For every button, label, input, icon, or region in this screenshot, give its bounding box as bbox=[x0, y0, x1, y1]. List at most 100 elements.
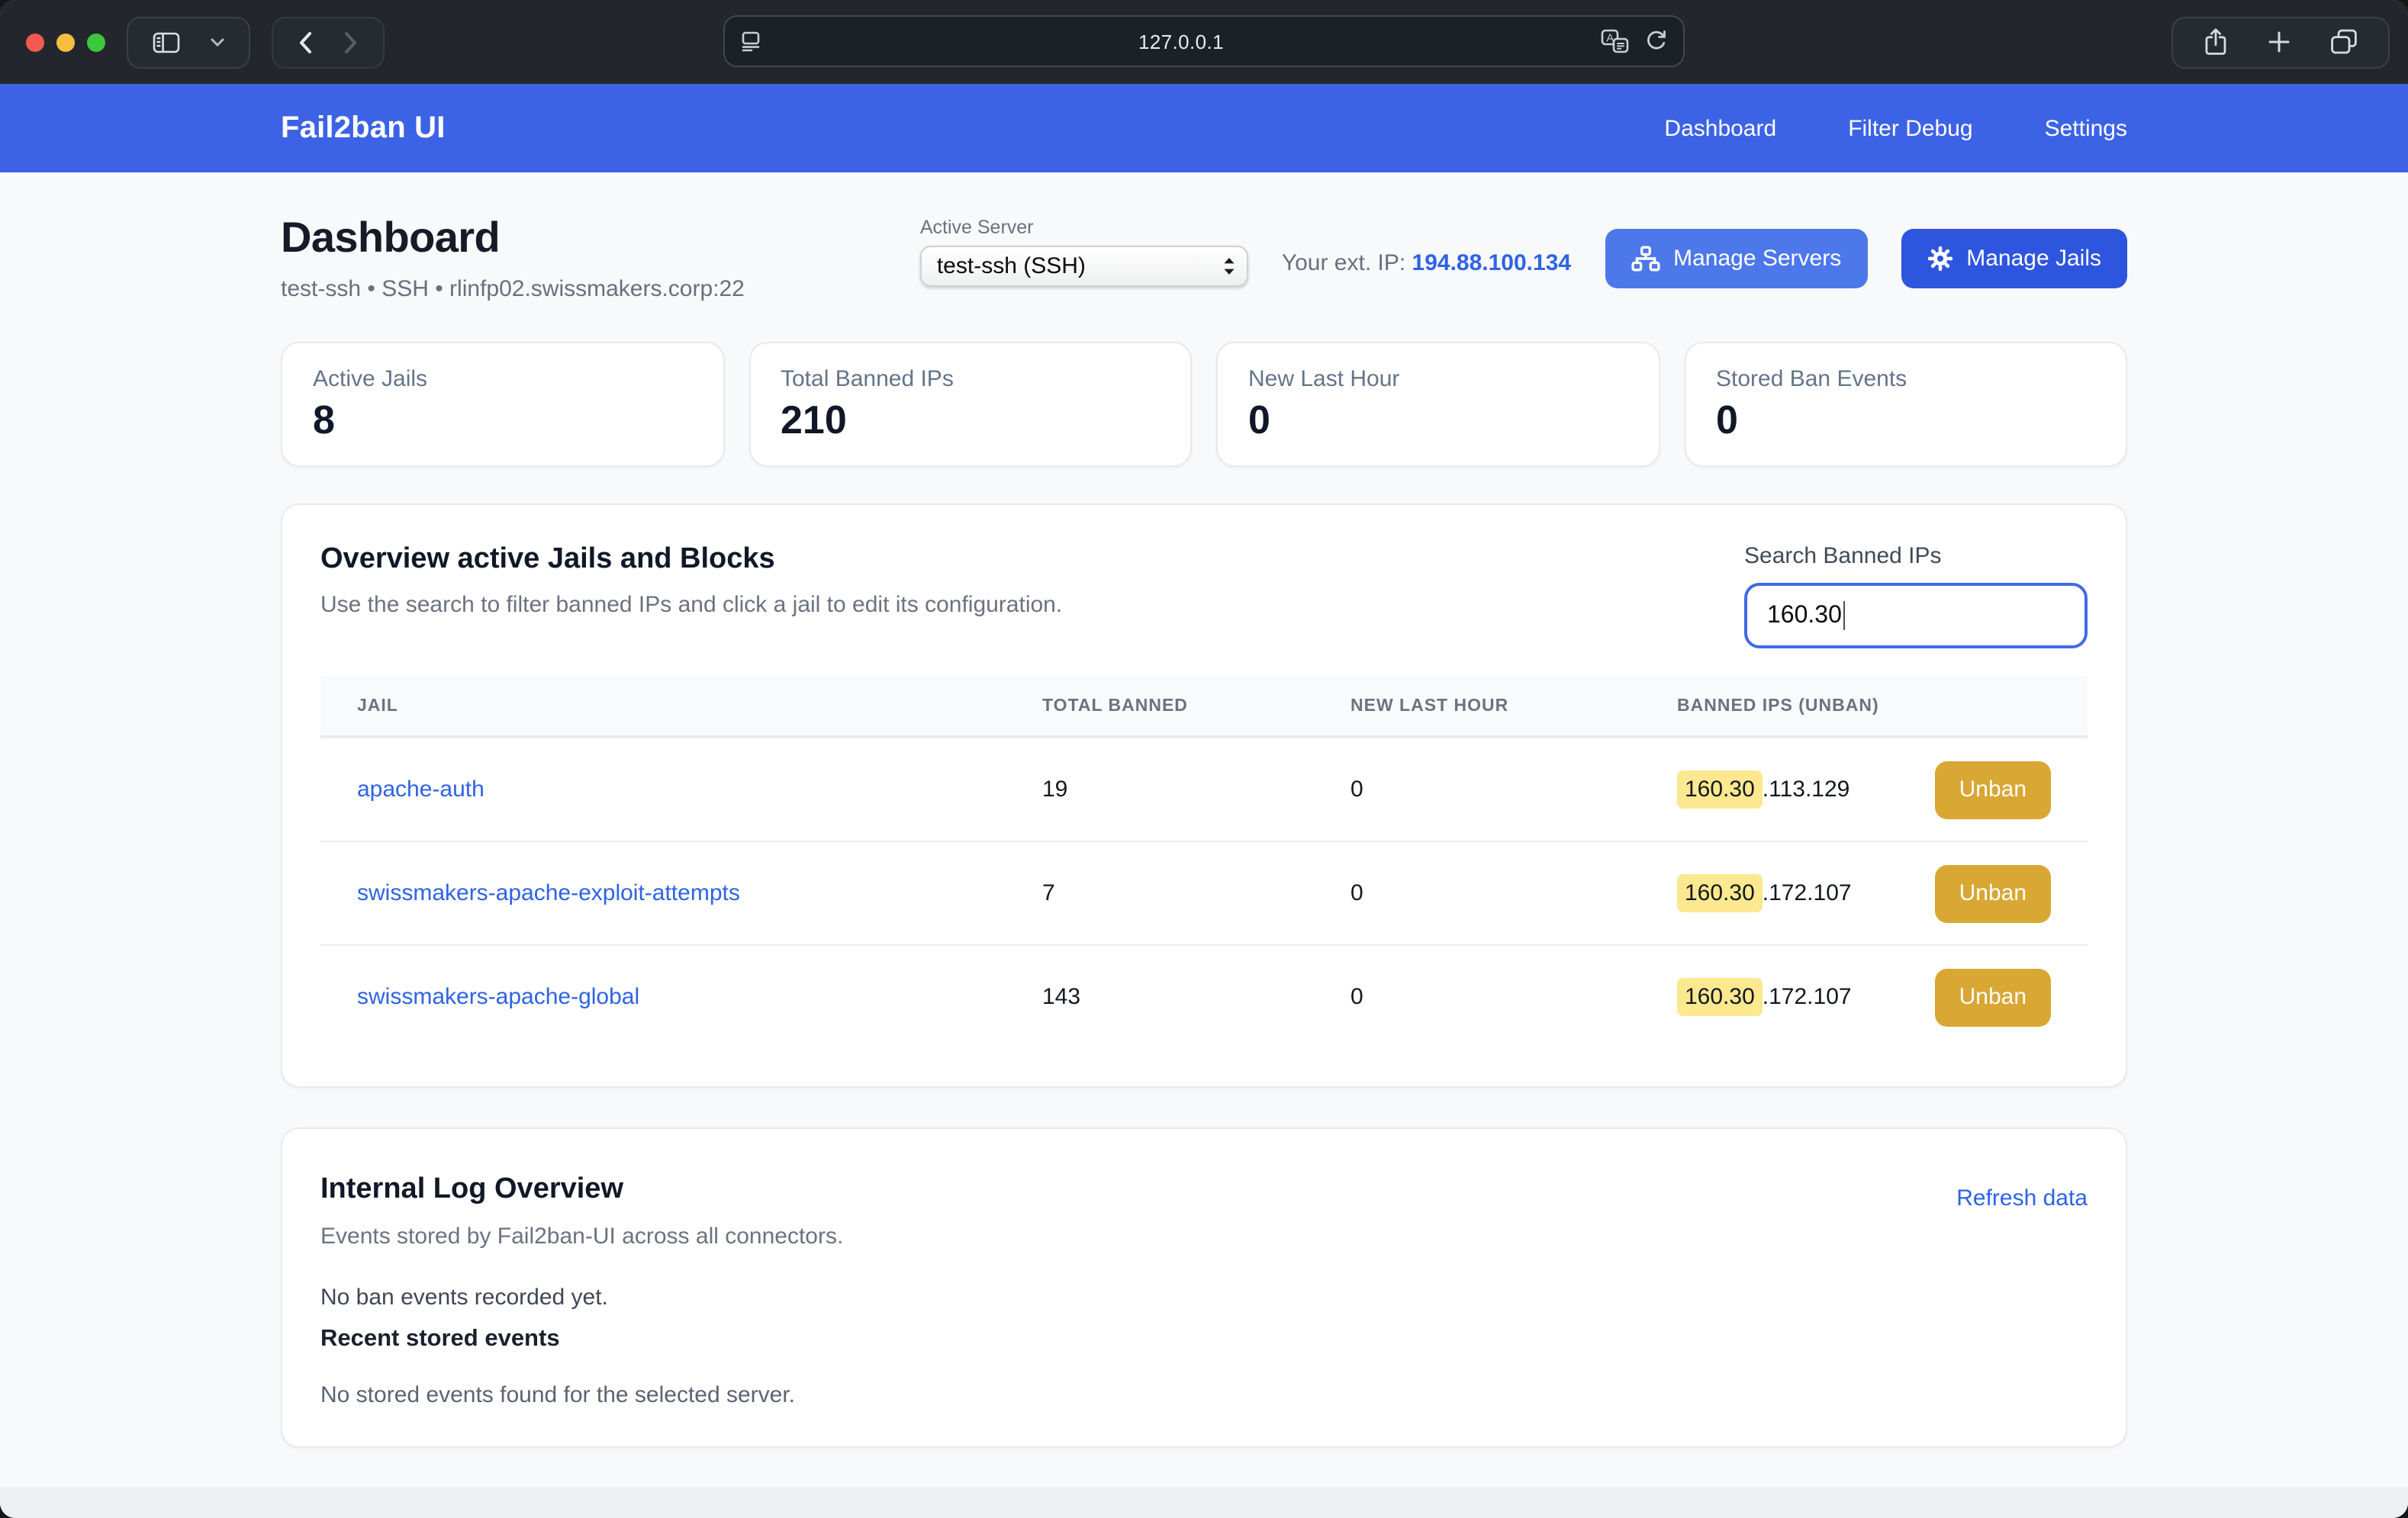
unban-button[interactable]: Unban bbox=[1935, 968, 2051, 1026]
reload-icon[interactable] bbox=[1645, 29, 1668, 53]
reader-icon[interactable] bbox=[740, 31, 761, 52]
nav-dashboard[interactable]: Dashboard bbox=[1664, 115, 1776, 141]
manage-servers-button[interactable]: Manage Servers bbox=[1605, 229, 1867, 288]
manage-jails-label: Manage Jails bbox=[1966, 246, 2101, 272]
translate-icon[interactable]: A bbox=[1601, 28, 1630, 54]
stat-label: Active Jails bbox=[313, 366, 692, 392]
safari-window: 127.0.0.1 A bbox=[0, 0, 2408, 1518]
new-tab-icon[interactable] bbox=[2258, 18, 2300, 66]
external-ip: Your ext. IP: 194.88.100.134 bbox=[1282, 250, 1571, 276]
stat-label: Stored Ban Events bbox=[1716, 366, 2095, 392]
search-banned-ips-label: Search Banned IPs bbox=[1744, 543, 2088, 569]
unban-button[interactable]: Unban bbox=[1935, 864, 2051, 922]
ip-rest: .113.129 bbox=[1763, 777, 1850, 802]
sidebar-toggle-group bbox=[127, 16, 250, 68]
total-banned-cell: 19 bbox=[1006, 777, 1314, 802]
recent-stored-events-heading: Recent stored events bbox=[320, 1326, 2088, 1353]
stat-card-active-jails: Active Jails 8 bbox=[281, 342, 724, 467]
stat-card-total-banned: Total Banned IPs 210 bbox=[748, 342, 1192, 467]
text-caret bbox=[1843, 601, 1846, 630]
banned-ip: 160.30.113.129 bbox=[1677, 770, 1849, 809]
tabs-icon[interactable] bbox=[2321, 18, 2367, 66]
nav-arrows-group bbox=[272, 16, 385, 68]
active-server-select[interactable]: test-ssh (SSH) bbox=[920, 245, 1248, 286]
browser-toolbar: 127.0.0.1 A bbox=[0, 0, 2408, 84]
banned-ip: 160.30.172.107 bbox=[1677, 874, 1852, 912]
banned-ip-cell: 160.30.172.107 Unban bbox=[1640, 968, 2088, 1026]
ip-match-highlight: 160.30 bbox=[1677, 770, 1763, 809]
active-server-value: test-ssh (SSH) bbox=[937, 252, 1222, 278]
table-row: swissmakers-apache-exploit-attempts 7 0 … bbox=[320, 841, 2088, 944]
stat-card-new-last-hour: New Last Hour 0 bbox=[1216, 342, 1660, 467]
stat-cards: Active Jails 8 Total Banned IPs 210 New … bbox=[281, 342, 2127, 467]
table-row: swissmakers-apache-global 143 0 160.30.1… bbox=[320, 944, 2088, 1048]
total-banned-cell: 7 bbox=[1006, 880, 1314, 906]
window-bottom-strip bbox=[0, 1487, 2408, 1518]
jail-link[interactable]: apache-auth bbox=[357, 777, 484, 802]
banned-ip-cell: 160.30.113.129 Unban bbox=[1640, 761, 2088, 818]
stat-value: 0 bbox=[1248, 397, 1627, 444]
new-last-hour-cell: 0 bbox=[1314, 777, 1640, 802]
new-last-hour-cell: 0 bbox=[1314, 880, 1640, 906]
sidebar-icon[interactable] bbox=[143, 18, 189, 66]
jail-link[interactable]: swissmakers-apache-exploit-attempts bbox=[357, 880, 740, 906]
col-new-last-hour: New last hour bbox=[1314, 696, 1640, 715]
table-row: apache-auth 19 0 160.30.113.129 Unban bbox=[320, 737, 2088, 841]
page-body: Dashboard test-ssh • SSH • rlinfp02.swis… bbox=[0, 172, 2408, 1518]
stat-label: New Last Hour bbox=[1248, 366, 1627, 392]
ip-match-highlight: 160.30 bbox=[1677, 874, 1763, 912]
app-brand[interactable]: Fail2ban UI bbox=[281, 111, 446, 146]
close-window-button[interactable] bbox=[26, 33, 44, 51]
overview-subtitle: Use the search to filter banned IPs and … bbox=[320, 592, 1062, 618]
gear-icon bbox=[1927, 246, 1952, 272]
refresh-data-link[interactable]: Refresh data bbox=[1956, 1185, 2088, 1211]
search-banned-ips-input[interactable]: 160.30 bbox=[1744, 583, 2088, 648]
url-text: 127.0.0.1 bbox=[761, 30, 1601, 53]
stat-value: 210 bbox=[781, 397, 1160, 444]
minimize-window-button[interactable] bbox=[56, 33, 75, 51]
forward-icon[interactable] bbox=[334, 18, 368, 66]
table-header-row: Jail Total banned New last hour Banned I… bbox=[320, 676, 2088, 737]
log-subtitle: Events stored by Fail2ban-UI across all … bbox=[320, 1224, 2088, 1249]
stat-label: Total Banned IPs bbox=[781, 366, 1160, 392]
banned-ip-cell: 160.30.172.107 Unban bbox=[1640, 864, 2088, 922]
jail-link[interactable]: swissmakers-apache-global bbox=[357, 984, 639, 1010]
window-controls bbox=[26, 33, 105, 51]
share-icon[interactable] bbox=[2194, 18, 2237, 66]
ip-rest: .172.107 bbox=[1763, 880, 1852, 906]
total-banned-cell: 143 bbox=[1006, 984, 1314, 1010]
address-bar[interactable]: 127.0.0.1 A bbox=[723, 15, 1685, 67]
unban-button[interactable]: Unban bbox=[1935, 761, 2051, 818]
active-server-label: Active Server bbox=[920, 216, 1248, 237]
new-last-hour-cell: 0 bbox=[1314, 984, 1640, 1010]
app-navbar: Fail2ban UI Dashboard Filter Debug Setti… bbox=[0, 84, 2408, 172]
ip-match-highlight: 160.30 bbox=[1677, 978, 1763, 1016]
page-header: Dashboard test-ssh • SSH • rlinfp02.swis… bbox=[281, 214, 2127, 302]
external-ip-value[interactable]: 194.88.100.134 bbox=[1412, 250, 1572, 276]
page-title: Dashboard bbox=[281, 214, 745, 262]
external-ip-label: Your ext. IP: bbox=[1282, 250, 1405, 276]
col-total-banned: Total banned bbox=[1006, 696, 1314, 715]
search-input-value: 160.30 bbox=[1767, 602, 1842, 629]
page-subtitle: test-ssh • SSH • rlinfp02.swissmakers.co… bbox=[281, 276, 745, 302]
zoom-window-button[interactable] bbox=[87, 33, 105, 51]
back-icon[interactable] bbox=[288, 18, 322, 66]
screen: 127.0.0.1 A bbox=[0, 0, 2408, 1518]
col-banned-ips: Banned IPs (unban) bbox=[1640, 696, 2088, 715]
log-title: Internal Log Overview bbox=[320, 1172, 623, 1206]
nav-settings[interactable]: Settings bbox=[2045, 115, 2127, 141]
ip-rest: .172.107 bbox=[1763, 984, 1852, 1010]
stat-value: 8 bbox=[313, 397, 692, 444]
no-stored-events-text: No stored events found for the selected … bbox=[320, 1382, 2088, 1408]
col-jail: Jail bbox=[320, 696, 1006, 715]
overview-title: Overview active Jails and Blocks bbox=[320, 543, 1062, 577]
manage-servers-label: Manage Servers bbox=[1673, 246, 1841, 272]
manage-jails-button[interactable]: Manage Jails bbox=[1901, 229, 2127, 288]
chevron-down-icon[interactable] bbox=[201, 18, 233, 66]
overview-card: Overview active Jails and Blocks Use the… bbox=[281, 503, 2127, 1088]
nav-filter-debug[interactable]: Filter Debug bbox=[1848, 115, 1972, 141]
internal-log-card: Internal Log Overview Refresh data Event… bbox=[281, 1127, 2127, 1448]
select-stepper-icon bbox=[1222, 256, 1236, 275]
sitemap-icon bbox=[1631, 246, 1660, 272]
app-nav: Dashboard Filter Debug Settings bbox=[1664, 115, 2127, 141]
